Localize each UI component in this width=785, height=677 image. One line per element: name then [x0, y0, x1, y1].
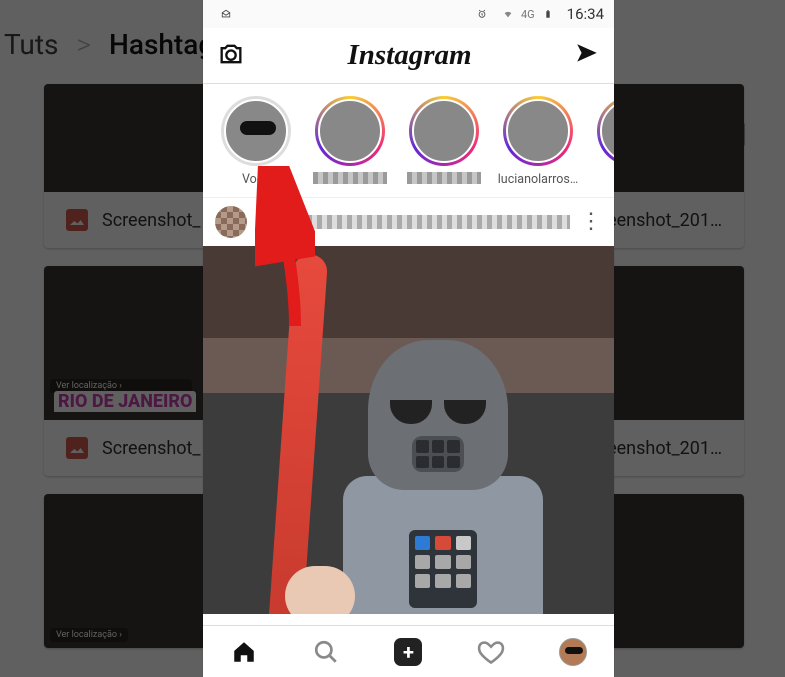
network-label: 4G: [521, 9, 535, 20]
card-filename: Screenshot_: [102, 438, 201, 459]
camera-icon[interactable]: [217, 40, 245, 72]
story-item[interactable]: pe: [593, 96, 614, 187]
story-item[interactable]: [311, 96, 389, 187]
city-label: RIO DE JANEIRO: [54, 391, 196, 412]
lightsaber-illustration: [268, 253, 328, 614]
story-item[interactable]: lucianolarros…: [499, 96, 577, 187]
story-your-story[interactable]: Você: [217, 96, 295, 187]
post-author-name-blurred[interactable]: [257, 215, 570, 229]
nav-search-icon[interactable]: [311, 637, 341, 667]
nav-profile-avatar[interactable]: [558, 637, 588, 667]
story-label: lucianolarros…: [498, 172, 578, 187]
nav-activity-icon[interactable]: [476, 637, 506, 667]
chest-panel-illustration: [409, 530, 477, 608]
mail-open-icon: [217, 5, 235, 23]
hand-illustration: [285, 566, 355, 614]
story-label-blurred: [313, 172, 387, 184]
story-label: Você: [242, 172, 270, 187]
instagram-logo: Instagram: [347, 39, 471, 72]
nav-add-post-icon[interactable]: +: [393, 637, 423, 667]
instagram-top-bar: Instagram: [203, 28, 614, 84]
post-author-avatar[interactable]: [215, 206, 247, 238]
nav-home-icon[interactable]: [229, 637, 259, 667]
breadcrumb-prev[interactable]: Tuts: [4, 28, 58, 61]
image-icon: [66, 437, 88, 459]
instagram-bottom-nav: +: [203, 625, 614, 677]
android-status-bar: 4G 16:34: [203, 0, 614, 28]
mask-illustration: [368, 340, 508, 490]
direct-message-icon[interactable]: [574, 41, 600, 71]
stories-tray[interactable]: Você lucianolarros… pe: [203, 84, 614, 198]
clock-label: 16:34: [567, 5, 604, 23]
breadcrumb-separator: >: [76, 28, 91, 61]
post-image[interactable]: [203, 246, 614, 614]
card-filename: reenshot_201…: [601, 438, 722, 459]
story-label-blurred: [407, 172, 481, 184]
card-filename: Screenshot_: [102, 210, 201, 231]
battery-icon: [539, 5, 557, 23]
post-header: ⋮: [203, 198, 614, 246]
alarm-icon: [473, 5, 491, 23]
story-item[interactable]: [405, 96, 483, 187]
phone-frame: 4G 16:34 Instagram Você lucianolarros…: [203, 0, 614, 677]
image-icon: [66, 209, 88, 231]
location-chip: Ver localização ›: [50, 628, 128, 642]
wifi-icon: [499, 5, 517, 23]
card-filename: reenshot_201…: [601, 210, 722, 231]
